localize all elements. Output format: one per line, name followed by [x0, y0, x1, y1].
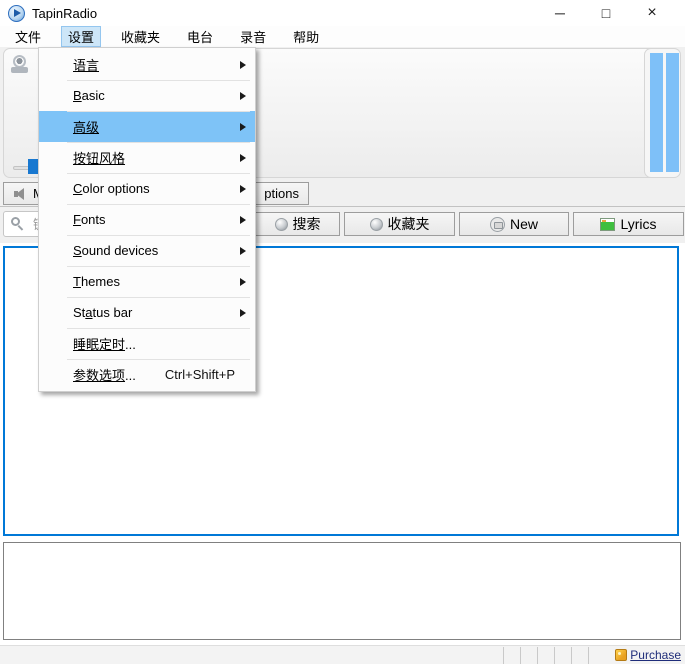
submenu-arrow-icon — [240, 216, 246, 224]
submenu-arrow-icon — [240, 185, 246, 193]
statusbar-cell — [537, 647, 554, 664]
statusbar-cell — [571, 647, 588, 664]
favorites-button[interactable]: 收藏夹 — [344, 212, 455, 236]
submenu-arrow-icon — [240, 123, 246, 131]
purchase-icon — [615, 649, 627, 661]
menu-item-status-bar[interactable]: Status bar — [39, 297, 255, 328]
vu-meter-bar-left — [650, 53, 663, 172]
menu-item-basic[interactable]: Basic — [39, 80, 255, 111]
window-title: TapinRadio — [32, 6, 97, 21]
statusbar-cell — [588, 647, 605, 664]
app-logo-icon — [8, 5, 25, 22]
statusbar-cell — [520, 647, 537, 664]
menu-item-language[interactable]: 语言 — [39, 49, 255, 80]
menubar-favorites[interactable]: 收藏夹 — [114, 26, 167, 47]
purchase-link[interactable]: Purchase — [630, 648, 681, 662]
submenu-arrow-icon — [240, 61, 246, 69]
search-button[interactable]: 搜索 — [255, 212, 340, 236]
submenu-arrow-icon — [240, 247, 246, 255]
menubar-record[interactable]: 录音 — [233, 26, 273, 47]
menu-bar: 文件 设置 收藏夹 电台 录音 帮助 — [0, 26, 685, 47]
favorites-sphere-icon — [370, 218, 383, 231]
search-button-label: 搜索 — [293, 214, 321, 234]
favorites-button-label: 收藏夹 — [388, 214, 430, 234]
menubar-file[interactable]: 文件 — [8, 26, 48, 47]
search-sphere-icon — [275, 218, 288, 231]
window-controls: ─ □ × — [537, 0, 675, 26]
statusbar-cell — [554, 647, 571, 664]
lyrics-icon — [600, 218, 615, 231]
submenu-arrow-icon — [240, 278, 246, 286]
menu-item-advanced[interactable]: 高级 — [39, 111, 255, 142]
close-button[interactable]: × — [629, 0, 675, 26]
statusbar-cell — [503, 647, 520, 664]
submenu-arrow-icon — [240, 92, 246, 100]
search-icon — [11, 217, 25, 231]
menu-item-themes[interactable]: Themes — [39, 266, 255, 297]
minimize-button[interactable]: ─ — [537, 0, 583, 26]
vu-meter-bar-right — [666, 53, 679, 172]
menubar-station[interactable]: 电台 — [180, 26, 220, 47]
radio-icon — [10, 54, 30, 74]
submenu-arrow-icon — [240, 309, 246, 317]
menu-item-preferences[interactable]: 参数选项... Ctrl+Shift+P — [39, 359, 255, 390]
menu-shortcut: Ctrl+Shift+P — [165, 367, 235, 382]
menu-item-sound-devices[interactable]: Sound devices — [39, 235, 255, 266]
menu-item-sleep-timer[interactable]: 睡眠定时... — [39, 328, 255, 359]
new-button[interactable]: New — [459, 212, 569, 236]
menubar-help[interactable]: 帮助 — [286, 26, 326, 47]
title-bar: TapinRadio ─ □ × — [0, 0, 685, 26]
maximize-button[interactable]: □ — [583, 0, 629, 26]
speaker-icon — [14, 188, 27, 200]
details-panel — [3, 542, 681, 640]
status-bar: Purchase — [0, 645, 685, 664]
settings-dropdown-menu: 语言 Basic 高级 按钮风格 Color options Fonts Sou… — [38, 47, 256, 392]
options-button-label: ptions — [264, 186, 299, 201]
menu-item-fonts[interactable]: Fonts — [39, 204, 255, 235]
menu-item-button-style[interactable]: 按钮风格 — [39, 142, 255, 173]
lyrics-button[interactable]: Lyrics — [573, 212, 684, 236]
menubar-settings[interactable]: 设置 — [61, 26, 101, 47]
menu-item-color-options[interactable]: Color options — [39, 173, 255, 204]
purchase-section: Purchase — [605, 647, 685, 664]
new-radio-icon — [490, 217, 505, 232]
lyrics-button-label: Lyrics — [620, 216, 656, 232]
new-button-label: New — [510, 216, 538, 232]
submenu-arrow-icon — [240, 154, 246, 162]
